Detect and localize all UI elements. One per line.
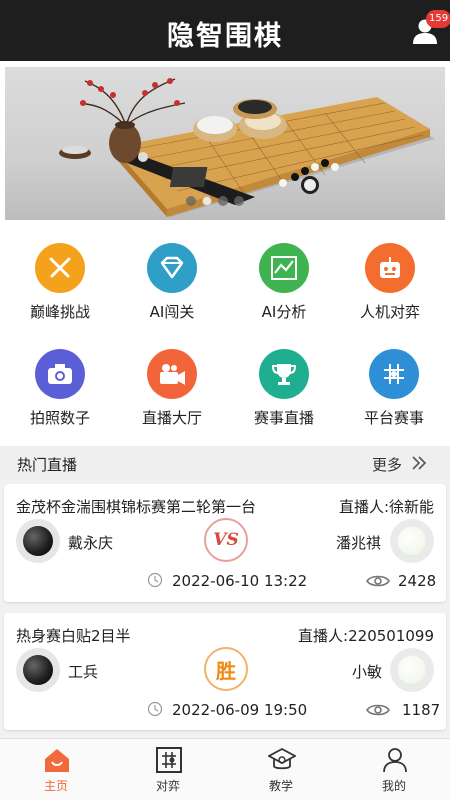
- live-datetime: 2022-06-09 19:50: [172, 701, 308, 719]
- clock-icon: [147, 701, 163, 717]
- feature-label: 人机对弈: [359, 303, 420, 321]
- tab-play[interactable]: 对弈: [112, 739, 224, 800]
- feature-platform-events[interactable]: 平台赛事: [338, 349, 450, 428]
- home-icon: [45, 749, 69, 772]
- feature-peak-challenge[interactable]: 巅峰挑战: [4, 243, 116, 322]
- feature-event-live[interactable]: 赛事直播: [228, 349, 340, 428]
- trophy-icon: [259, 349, 309, 399]
- live-title: 金茂杯金湍围棋锦标赛第二轮第一台: [16, 498, 257, 516]
- feature-photo-count[interactable]: 拍照数子: [4, 349, 116, 428]
- user-icon: [383, 748, 407, 773]
- white-stone-avatar: [390, 519, 434, 563]
- white-player-name: 小敏: [352, 663, 383, 681]
- feature-human-vs-ai[interactable]: 人机对弈: [334, 243, 446, 322]
- black-player-name: 戴永庆: [68, 534, 114, 552]
- app-title: 隐智围棋: [167, 21, 283, 52]
- black-stone-avatar: [16, 519, 60, 563]
- tab-label: 对弈: [155, 779, 180, 793]
- feature-ai-levels[interactable]: AI闯关: [116, 243, 228, 322]
- live-host: 直播人:220501099: [298, 627, 434, 645]
- live-title: 热身赛白贴2目半: [16, 627, 131, 645]
- feature-grid: 巅峰挑战 AI闯关 AI分析 人机对弈 拍照数子 直播大厅 赛事直播 平台赛事: [0, 226, 450, 446]
- white-player-name: 潘兆祺: [336, 534, 382, 552]
- more-link[interactable]: 更多: [372, 454, 402, 475]
- view-count: 1187: [402, 701, 441, 719]
- vs-badge: VS: [204, 518, 248, 562]
- camera-icon: [35, 349, 85, 399]
- eye-icon: [366, 575, 390, 587]
- tab-label: 主页: [43, 779, 68, 793]
- eye-icon: [366, 704, 390, 716]
- live-card[interactable]: 热身赛白贴2目半 直播人:220501099 工兵 胜 小敏 2022-06-0…: [4, 613, 446, 730]
- white-stone-avatar: [390, 648, 434, 692]
- chart-icon: [259, 243, 309, 293]
- bottom-tab-bar: 主页 对弈 教学 我的: [0, 738, 450, 800]
- win-badge: 胜: [204, 647, 248, 691]
- carousel-dot[interactable]: [186, 196, 196, 206]
- tab-home[interactable]: 主页: [0, 739, 112, 800]
- hot-live-section-header: 热门直播 更多: [0, 446, 450, 480]
- banner-carousel[interactable]: [0, 61, 450, 226]
- feature-label: 拍照数子: [29, 409, 90, 427]
- tab-label: 教学: [268, 779, 293, 793]
- live-card[interactable]: 金茂杯金湍围棋锦标赛第二轮第一台 直播人:徐新能 戴永庆 VS 潘兆祺 2022…: [4, 484, 446, 602]
- section-title: 热门直播: [17, 456, 78, 474]
- tab-teaching[interactable]: 教学: [225, 739, 337, 800]
- tab-label: 我的: [381, 779, 406, 793]
- feature-ai-analysis[interactable]: AI分析: [228, 243, 340, 322]
- view-count: 2428: [398, 572, 437, 590]
- black-player-name: 工兵: [68, 663, 99, 681]
- feature-label: 平台赛事: [363, 409, 424, 427]
- video-camera-icon: [147, 349, 197, 399]
- feature-label: AI分析: [261, 303, 307, 321]
- live-datetime: 2022-06-10 13:22: [172, 572, 308, 590]
- carousel-dots: [186, 196, 244, 206]
- app-header: 隐智围棋 159: [0, 0, 450, 61]
- carousel-dot[interactable]: [234, 196, 244, 206]
- robot-icon: [365, 243, 415, 293]
- feature-label: 巅峰挑战: [29, 303, 90, 321]
- feature-label: 赛事直播: [253, 409, 314, 427]
- crossed-swords-icon: [35, 243, 85, 293]
- black-stone-avatar: [16, 648, 60, 692]
- clock-icon: [147, 572, 163, 588]
- board-icon: [369, 349, 419, 399]
- feature-label: 直播大厅: [141, 409, 202, 427]
- carousel-dot-active[interactable]: [202, 196, 212, 206]
- tab-mine[interactable]: 我的: [338, 739, 450, 800]
- graduation-cap-icon: [268, 747, 296, 770]
- notification-badge: 159: [426, 10, 450, 28]
- feature-label: AI闯关: [149, 303, 195, 321]
- double-chevron-right-icon[interactable]: [410, 454, 428, 472]
- board-icon: [156, 747, 182, 773]
- carousel-dot[interactable]: [218, 196, 228, 206]
- live-host: 直播人:徐新能: [338, 498, 434, 516]
- feature-live-hall[interactable]: 直播大厅: [116, 349, 228, 428]
- diamond-icon: [147, 243, 197, 293]
